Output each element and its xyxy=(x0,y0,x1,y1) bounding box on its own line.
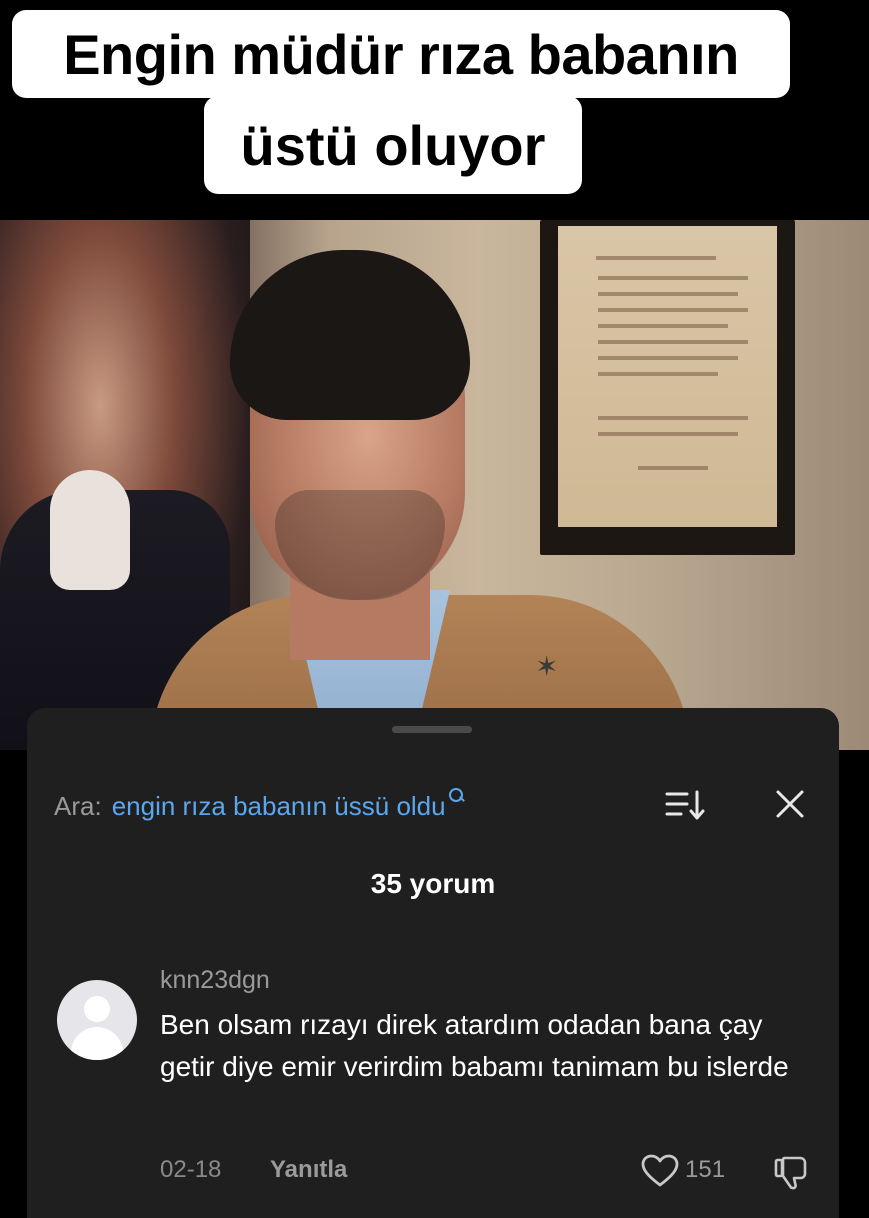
sort-icon[interactable] xyxy=(665,788,707,822)
reply-button[interactable]: Yanıtla xyxy=(270,1156,347,1184)
comment-text: Ben olsam rızayı direk atardım odadan ba… xyxy=(160,1009,789,1082)
man-in-jacket: ✶ xyxy=(150,250,690,750)
comment-username[interactable]: knn23dgn xyxy=(160,966,270,995)
drag-handle[interactable] xyxy=(392,726,472,733)
hair xyxy=(230,250,470,420)
comment-item: knn23dgn Ben olsam rızayı direk atardım … xyxy=(27,958,839,1218)
search-row[interactable]: Ara: engin rıza babanın üssü oldu xyxy=(54,786,614,826)
caption-area: Engin müdür rıza babanın üstü oluyor xyxy=(0,0,869,215)
caption-line-2: üstü oluyor xyxy=(204,96,582,194)
comment-date: 02-18 xyxy=(160,1156,222,1183)
search-label: Ara: xyxy=(54,790,102,821)
close-icon[interactable] xyxy=(772,786,808,822)
comment-meta: 02-18 Yanıtla 151 xyxy=(160,1154,820,1190)
portrait-collar xyxy=(50,470,130,590)
avatar[interactable] xyxy=(57,980,137,1060)
video-frame[interactable]: ✶ xyxy=(0,220,869,750)
search-icon[interactable] xyxy=(448,786,466,810)
caption-line-1: Engin müdür rıza babanın xyxy=(12,10,790,98)
star-pin-icon: ✶ xyxy=(535,651,559,682)
comment-count: 35 yorum xyxy=(370,868,496,899)
heart-icon[interactable] xyxy=(640,1154,680,1188)
thumbs-down-icon[interactable] xyxy=(772,1154,812,1190)
search-query-link[interactable]: engin rıza babanın üssü oldu xyxy=(112,791,446,822)
comments-sheet: Ara: engin rıza babanın üssü oldu 35 yor… xyxy=(27,708,839,1218)
like-count: 151 xyxy=(685,1156,726,1183)
